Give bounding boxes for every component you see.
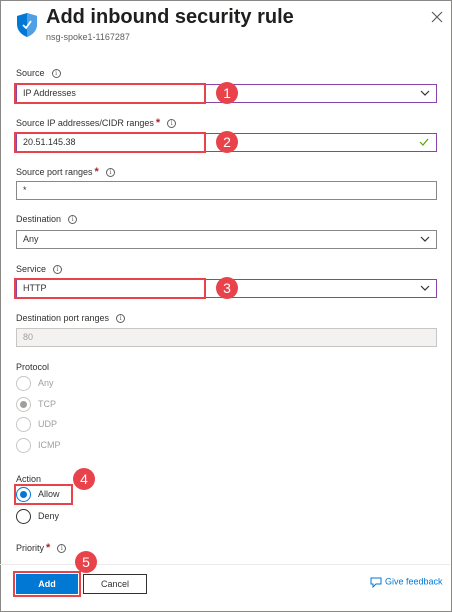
action-label: Action (16, 474, 42, 484)
page-subtitle: nsg-spoke1-1167287 (46, 32, 130, 42)
give-feedback-link[interactable]: Give feedback (370, 576, 443, 589)
info-icon: i (68, 215, 78, 225)
step-badge-3: 3 (216, 277, 238, 299)
footer-divider (0, 564, 450, 565)
info-icon: i (116, 314, 126, 324)
radio-icon (16, 417, 31, 432)
chevron-down-icon (420, 90, 430, 96)
highlight-box-4 (14, 484, 73, 505)
checkmark-icon (419, 138, 429, 146)
step-badge-2: 2 (216, 131, 238, 153)
cancel-button[interactable]: Cancel (83, 574, 147, 594)
dest-port-label: Destination port ranges i (16, 313, 126, 324)
step-badge-4: 4 (73, 468, 95, 490)
service-label: Service i (16, 264, 63, 275)
radio-icon (16, 438, 31, 453)
protocol-label: Protocol (16, 362, 50, 372)
chevron-down-icon (420, 285, 430, 291)
panel-header: Add inbound security rule nsg-spoke1-116… (0, 0, 450, 50)
info-icon: i (57, 544, 67, 554)
radio-icon[interactable] (16, 509, 31, 524)
destination-label: Destination i (16, 214, 78, 225)
chevron-down-icon (420, 236, 430, 242)
feedback-icon (370, 577, 382, 589)
highlight-box-2 (14, 132, 206, 153)
radio-icon (16, 376, 31, 391)
radio-icon (16, 397, 31, 412)
info-icon: i (53, 265, 63, 275)
close-icon[interactable] (430, 10, 444, 24)
step-badge-5: 5 (75, 551, 97, 573)
highlight-box-5 (13, 571, 81, 597)
source-label: Source i (16, 68, 61, 79)
source-port-input[interactable]: * (16, 181, 437, 200)
info-icon: i (105, 168, 115, 178)
source-ip-label: Source IP addresses/CIDR ranges * i (16, 117, 177, 129)
step-badge-1: 1 (216, 82, 238, 104)
highlight-box-1 (14, 83, 206, 104)
shield-icon (17, 13, 37, 37)
destination-dropdown[interactable]: Any (16, 230, 437, 249)
priority-label: Priority * i (16, 542, 67, 554)
info-icon: i (167, 119, 177, 129)
info-icon: i (51, 69, 61, 79)
dest-port-input: 80 (16, 328, 437, 347)
page-title: Add inbound security rule (46, 6, 294, 28)
source-port-label: Source port ranges * i (16, 166, 115, 178)
highlight-box-3 (14, 278, 206, 299)
